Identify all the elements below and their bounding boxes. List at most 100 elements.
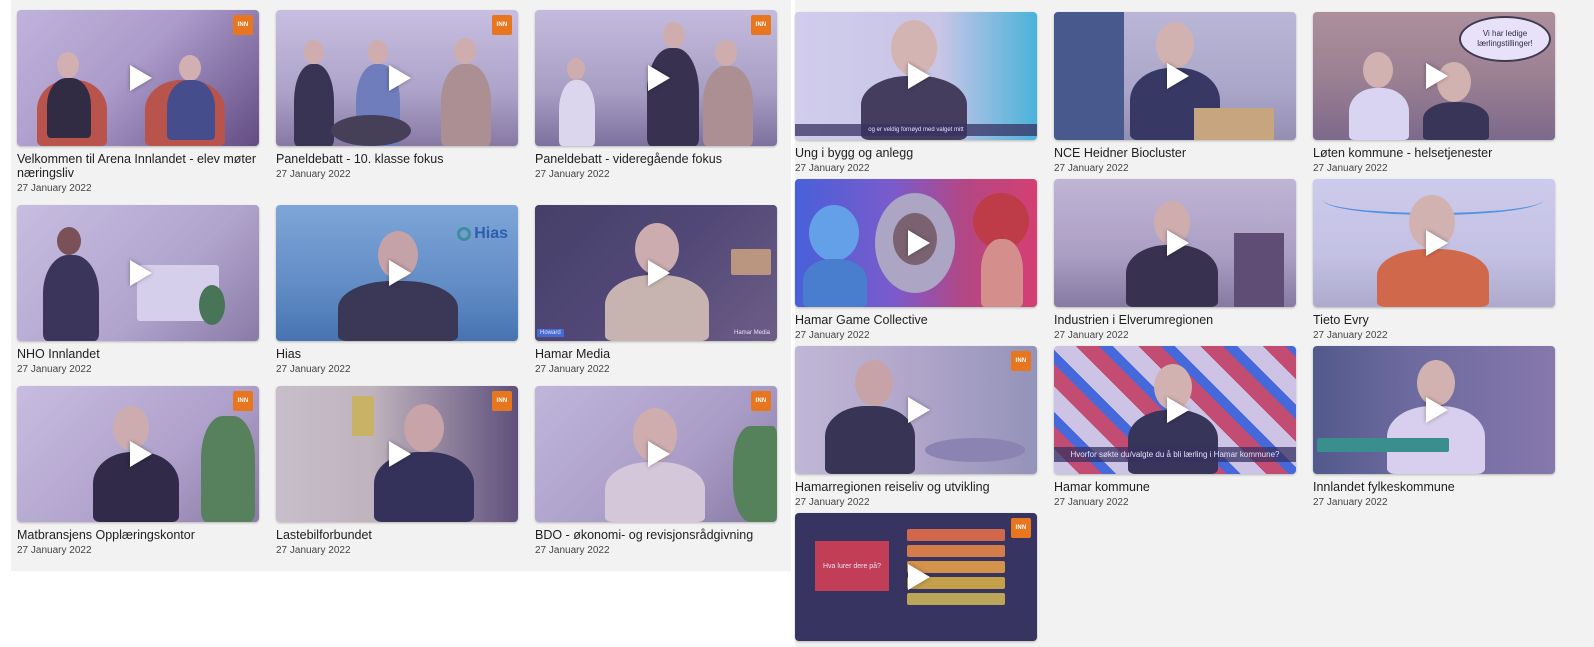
video-title[interactable]: Tieto Evry (1313, 313, 1555, 327)
video-card[interactable]: INN Paneldebatt - videregående fokus 27 … (535, 10, 777, 180)
video-thumbnail[interactable]: INN (17, 386, 259, 522)
video-title[interactable]: Hias (276, 347, 518, 361)
play-icon[interactable] (648, 65, 670, 91)
video-title[interactable]: Hamar kommune (1054, 480, 1296, 494)
video-card[interactable]: INN Matbransjens Opplæringskontor 27 Jan… (17, 386, 259, 556)
play-icon[interactable] (389, 260, 411, 286)
video-title[interactable]: NHO Innlandet (17, 347, 259, 361)
video-card[interactable]: Howard Hamar Media Hamar Media 27 Januar… (535, 205, 777, 375)
video-date: 27 January 2022 (276, 545, 351, 556)
video-thumbnail[interactable] (1054, 12, 1296, 140)
video-thumbnail[interactable]: INN (276, 386, 518, 522)
video-title[interactable]: Paneldebatt - 10. klasse fokus (276, 152, 518, 166)
play-icon[interactable] (908, 397, 930, 423)
video-thumbnail[interactable]: Hvorfor søkte du/valgte du å bli lærling… (1054, 346, 1296, 474)
video-title[interactable]: Hamarregionen reiseliv og utvikling (795, 480, 1037, 494)
play-icon[interactable] (389, 65, 411, 91)
video-thumbnail[interactable]: INN (17, 10, 259, 146)
inn-logo-icon: INN (233, 391, 253, 411)
video-date: 27 January 2022 (535, 545, 610, 556)
video-thumbnail[interactable] (17, 205, 259, 341)
video-title[interactable]: NCE Heidner Biocluster (1054, 146, 1296, 160)
play-icon[interactable] (648, 260, 670, 286)
video-date: 27 January 2022 (535, 364, 610, 375)
video-title[interactable]: Hamar Game Collective (795, 313, 1037, 327)
video-gallery-left: INN Velkommen til Arena Innlandet - elev… (11, 0, 791, 571)
play-icon[interactable] (908, 564, 930, 590)
inn-logo-icon: INN (492, 391, 512, 411)
video-date: 27 January 2022 (535, 169, 610, 180)
video-date: 27 January 2022 (1313, 330, 1388, 341)
play-icon[interactable] (389, 441, 411, 467)
video-title[interactable]: Løten kommune - helsetjenester (1313, 146, 1555, 160)
video-title[interactable]: Paneldebatt - videregående fokus (535, 152, 777, 166)
inn-logo-icon: INN (1011, 518, 1031, 538)
play-icon[interactable] (1167, 230, 1189, 256)
inn-logo-icon: INN (1011, 351, 1031, 371)
video-gallery-right: og er veldig fornøyd med valget mitt Ung… (795, 0, 1594, 647)
video-card[interactable]: Hamar Game Collective 27 January 2022 (795, 179, 1037, 341)
play-icon[interactable] (130, 260, 152, 286)
video-title[interactable]: BDO - økonomi- og revisjonsrådgivning (535, 528, 777, 542)
video-thumbnail[interactable]: INN (535, 386, 777, 522)
video-title[interactable]: Ung i bygg og anlegg (795, 146, 1037, 160)
video-card[interactable]: INN Paneldebatt - 10. klasse fokus 27 Ja… (276, 10, 518, 180)
video-thumbnail[interactable]: Howard Hamar Media (535, 205, 777, 341)
video-card[interactable]: INN BDO - økonomi- og revisjonsrådgivnin… (535, 386, 777, 556)
play-icon[interactable] (648, 441, 670, 467)
video-thumbnail[interactable] (1313, 179, 1555, 307)
video-date: 27 January 2022 (17, 183, 92, 194)
video-date: 27 January 2022 (17, 545, 92, 556)
video-thumbnail[interactable]: Hias (276, 205, 518, 341)
play-icon[interactable] (130, 441, 152, 467)
video-card[interactable]: INN Hamarregionen reiseliv og utvikling … (795, 346, 1037, 508)
video-card[interactable]: Hias Hias 27 January 2022 (276, 205, 518, 375)
video-title[interactable]: Innlandet fylkeskommune (1313, 480, 1555, 494)
video-card[interactable]: Tieto Evry 27 January 2022 (1313, 179, 1555, 341)
video-date: 27 January 2022 (795, 330, 870, 341)
video-card[interactable]: NCE Heidner Biocluster 27 January 2022 (1054, 12, 1296, 174)
video-title[interactable]: Hamar Media (535, 347, 777, 361)
inn-logo-icon: INN (233, 15, 253, 35)
video-thumbnail[interactable]: og er veldig fornøyd med valget mitt (795, 12, 1037, 140)
inn-logo-icon: INN (751, 391, 771, 411)
video-card[interactable]: NHO Innlandet 27 January 2022 (17, 205, 259, 375)
play-icon[interactable] (908, 230, 930, 256)
video-card[interactable]: Hva lurer dere på? INN (795, 513, 1037, 647)
video-card[interactable]: Vi har ledige lærlingstillinger! Løten k… (1313, 12, 1555, 174)
inn-logo-icon: INN (751, 15, 771, 35)
video-thumbnail[interactable]: Hva lurer dere på? INN (795, 513, 1037, 641)
inn-logo-icon: INN (492, 15, 512, 35)
video-date: 27 January 2022 (795, 497, 870, 508)
video-title[interactable]: Industrien i Elverumregionen (1054, 313, 1296, 327)
video-thumbnail[interactable] (1313, 346, 1555, 474)
video-thumbnail[interactable] (795, 179, 1037, 307)
video-date: 27 January 2022 (795, 163, 870, 174)
play-icon[interactable] (130, 65, 152, 91)
play-icon[interactable] (1167, 63, 1189, 89)
play-icon[interactable] (908, 63, 930, 89)
video-date: 27 January 2022 (17, 364, 92, 375)
video-card[interactable]: og er veldig fornøyd med valget mitt Ung… (795, 12, 1037, 174)
play-icon[interactable] (1167, 397, 1189, 423)
video-date: 27 January 2022 (1054, 163, 1129, 174)
video-thumbnail[interactable]: INN (535, 10, 777, 146)
video-thumbnail[interactable]: INN (795, 346, 1037, 474)
play-icon[interactable] (1426, 397, 1448, 423)
video-date: 27 January 2022 (1054, 330, 1129, 341)
video-card[interactable]: Innlandet fylkeskommune 27 January 2022 (1313, 346, 1555, 508)
video-card[interactable]: INN Velkommen til Arena Innlandet - elev… (17, 10, 259, 194)
video-thumbnail[interactable] (1054, 179, 1296, 307)
video-card[interactable]: INN Lastebilforbundet 27 January 2022 (276, 386, 518, 556)
video-card[interactable]: Hvorfor søkte du/valgte du å bli lærling… (1054, 346, 1296, 508)
video-title[interactable]: Lastebilforbundet (276, 528, 518, 542)
video-thumbnail[interactable]: INN (276, 10, 518, 146)
video-title[interactable]: Velkommen til Arena Innlandet - elev møt… (17, 152, 259, 180)
play-icon[interactable] (1426, 63, 1448, 89)
video-date: 27 January 2022 (1313, 163, 1388, 174)
play-icon[interactable] (1426, 230, 1448, 256)
video-date: 27 January 2022 (276, 169, 351, 180)
video-title[interactable]: Matbransjens Opplæringskontor (17, 528, 259, 542)
video-thumbnail[interactable]: Vi har ledige lærlingstillinger! (1313, 12, 1555, 140)
video-card[interactable]: Industrien i Elverumregionen 27 January … (1054, 179, 1296, 341)
